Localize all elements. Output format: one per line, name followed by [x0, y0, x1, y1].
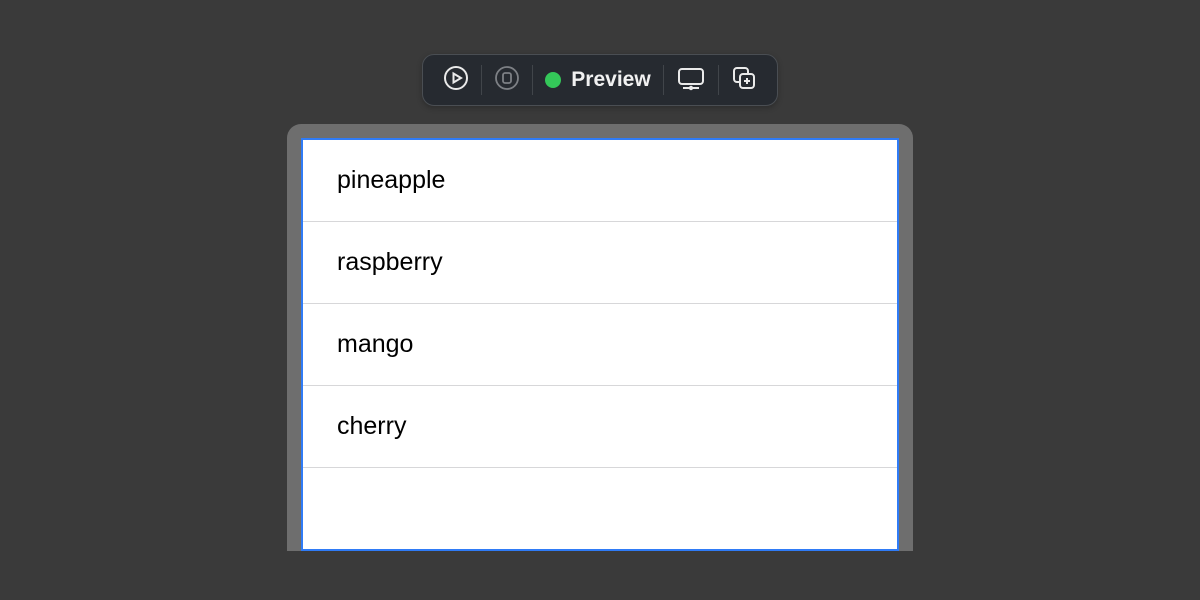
list-item[interactable]: cherry	[303, 386, 897, 468]
run-button[interactable]	[433, 62, 479, 98]
device-icon	[676, 65, 706, 96]
list-item-label: mango	[337, 330, 413, 359]
divider	[718, 65, 719, 95]
device-button[interactable]	[666, 62, 716, 98]
preview-label: Preview	[571, 68, 650, 92]
duplicate-button[interactable]	[721, 62, 767, 98]
list-item-label: raspberry	[337, 248, 443, 277]
list-item[interactable]: raspberry	[303, 222, 897, 304]
divider	[532, 65, 533, 95]
preview-canvas[interactable]: pineapple raspberry mango cherry	[301, 138, 899, 551]
watch-button[interactable]	[484, 62, 530, 98]
preview-canvas-frame: pineapple raspberry mango cherry	[287, 124, 913, 551]
list-item-label: cherry	[337, 412, 406, 441]
preview-status[interactable]: Preview	[535, 62, 660, 98]
play-icon	[443, 65, 469, 96]
list-item[interactable]: mango	[303, 304, 897, 386]
divider	[481, 65, 482, 95]
status-dot-icon	[545, 72, 561, 88]
list-item[interactable]: pineapple	[303, 140, 897, 222]
list-item-label: pineapple	[337, 166, 445, 195]
duplicate-icon	[731, 65, 757, 96]
list-item[interactable]	[303, 468, 897, 550]
preview-toolbar: Preview	[422, 54, 777, 106]
watch-icon	[494, 65, 520, 96]
divider	[663, 65, 664, 95]
